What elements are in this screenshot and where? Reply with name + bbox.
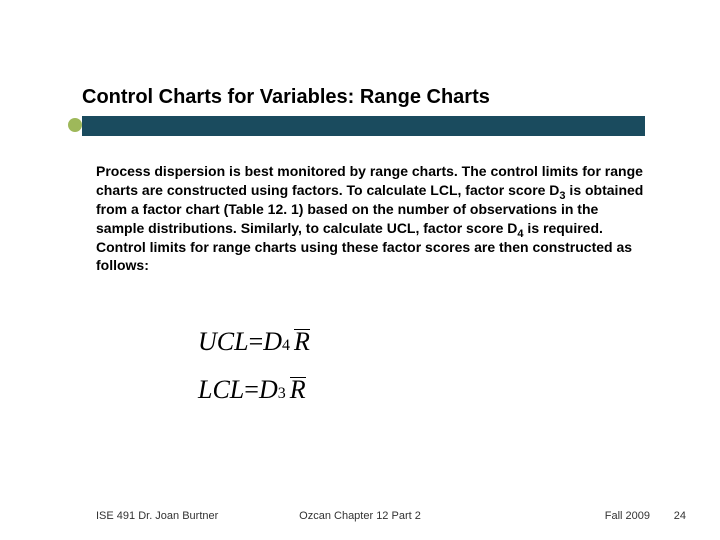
ucl-lhs: UCL xyxy=(198,327,249,357)
r-bar-symbol: R xyxy=(294,327,310,357)
equations-block: UCL = D4R LCL = D3R xyxy=(198,318,310,414)
title-bullet-icon xyxy=(68,118,82,132)
equals-sign: = xyxy=(244,375,259,405)
d-symbol: D xyxy=(263,327,282,357)
body-text: Process dispersion is best monitored by … xyxy=(96,162,646,275)
equals-sign: = xyxy=(249,327,264,357)
footer-right: Fall 2009 xyxy=(605,510,650,522)
r-bar-symbol: R xyxy=(290,375,306,405)
d-symbol: D xyxy=(259,375,278,405)
lcl-lhs: LCL xyxy=(198,375,244,405)
title-underline-bar xyxy=(82,116,645,136)
equation-lcl: LCL = D3R xyxy=(198,366,310,414)
slide-number: 24 xyxy=(674,510,686,522)
slide-title: Control Charts for Variables: Range Char… xyxy=(82,86,490,109)
equation-ucl: UCL = D4R xyxy=(198,318,310,366)
slide: Control Charts for Variables: Range Char… xyxy=(0,0,720,540)
